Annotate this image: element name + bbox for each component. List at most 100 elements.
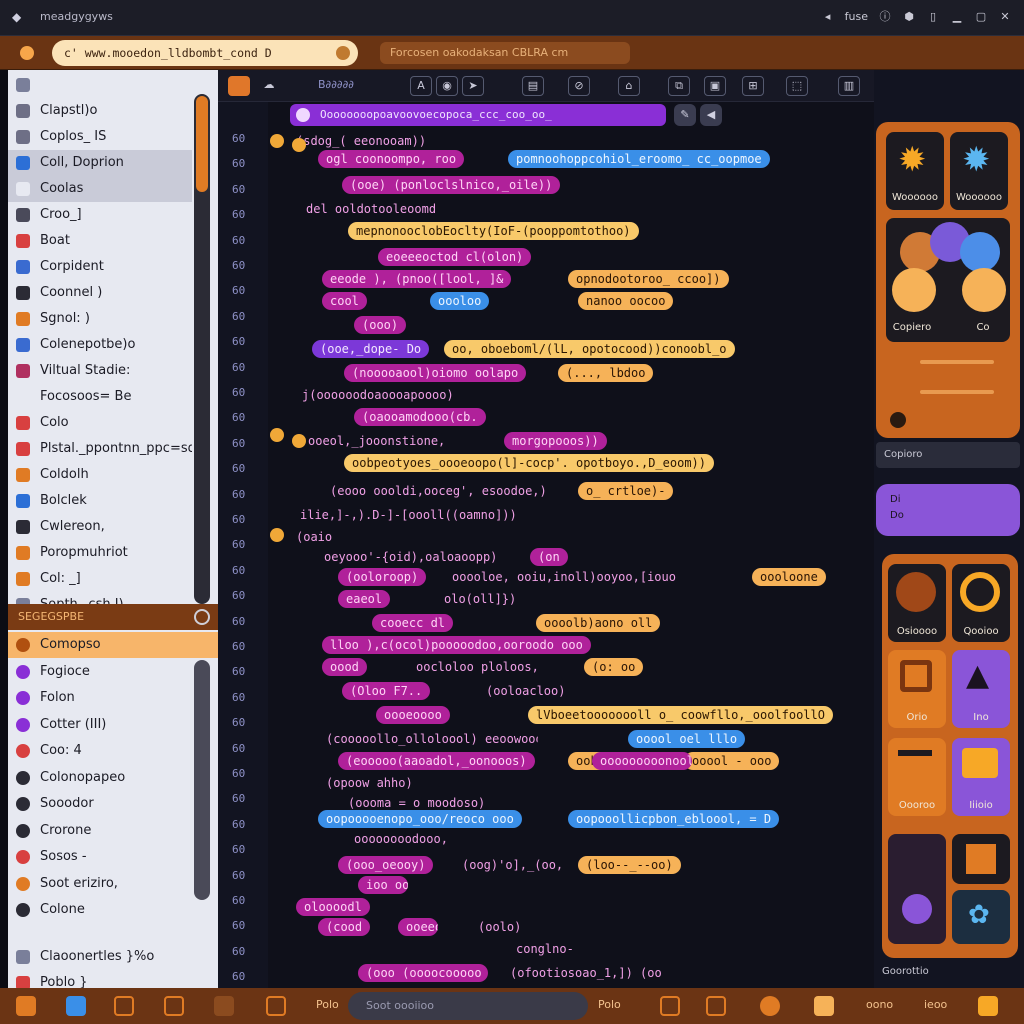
image-tool-button[interactable]: ▣ (704, 76, 726, 96)
close-icon[interactable]: ✕ (998, 10, 1012, 23)
code-token[interactable]: cool (322, 292, 367, 310)
sidebar-item[interactable]: Folon (8, 685, 192, 711)
tile-4[interactable]: ▲ Ino (952, 650, 1010, 728)
stack-icon[interactable] (660, 996, 680, 1016)
layers-tool-button[interactable]: ⧉ (668, 76, 690, 96)
slider-track[interactable] (920, 360, 994, 364)
url-field[interactable]: c' www.mooedon_lldbombt_cond D (52, 40, 358, 66)
code-token[interactable]: oo, oboeboml/(lL, opotocood))conoobl_o (444, 340, 735, 358)
avatar-tile[interactable]: Copiero Co (886, 218, 1010, 342)
code-token[interactable]: (oolo) (470, 918, 529, 936)
sidebar-item[interactable]: Coll, Doprion (8, 150, 192, 176)
menu-icon[interactable]: ◂ (821, 10, 835, 23)
sidebar-item[interactable]: Coplos_ IS (8, 124, 192, 150)
breakpoint-icon[interactable] (270, 134, 284, 148)
home-icon[interactable] (16, 996, 36, 1016)
code-token[interactable]: (ooe,_dope- Do (312, 340, 430, 358)
tile-3[interactable]: Orio (888, 650, 946, 728)
code-token[interactable]: (sdog_( eeonooam)) (288, 132, 434, 150)
code-token[interactable]: oloooodl (296, 898, 370, 916)
sidebar-item[interactable]: Comopso (8, 632, 218, 658)
code-token[interactable]: o_ crtloe)- (578, 482, 674, 500)
code-token[interactable]: ooeeoo (398, 918, 438, 936)
code-token[interactable]: pomnoohoppcohiol_eroomo_ cc_oopmoe (508, 150, 770, 168)
sidebar-item[interactable]: Boat (8, 228, 192, 254)
code-token[interactable]: (ooe) (ponloclslnico,_oile)) (342, 176, 561, 194)
code-token[interactable]: cooecc dl (372, 614, 454, 632)
code-token[interactable]: (ooloroop) (338, 568, 427, 586)
code-token[interactable]: oopooooenopo_ooo/reoco ooo (318, 810, 522, 828)
code-token[interactable]: (loo--_--oo) (578, 856, 681, 874)
code-token[interactable]: oooolb)aono oll (536, 614, 661, 632)
split-tool-button[interactable]: ▥ (838, 76, 860, 96)
code-token[interactable]: (on (530, 548, 568, 566)
code-token[interactable]: (eooooo(aaoadol,_oonooos) (338, 752, 535, 770)
code-token[interactable]: ogl coonoompo, roo (318, 150, 465, 168)
code-token[interactable]: (ooo) (354, 316, 407, 334)
tab-secondary[interactable]: Forcosen oakodaksan CBLRA cm (380, 42, 630, 64)
code-token[interactable]: oeyooo'-{oid),oaloaoopp) (316, 548, 505, 566)
code-token[interactable]: (nooooaool)oiomo oolapo (344, 364, 527, 382)
code-token[interactable]: (oaio (288, 528, 340, 546)
code-token[interactable]: oood (322, 658, 367, 676)
paw-icon[interactable] (760, 996, 780, 1016)
code-token[interactable]: eeode ), (pnoo([lool, ]& (322, 270, 512, 288)
code-token[interactable]: ooooloe, ooiu,inoll)ooyoo,[iouo (444, 568, 684, 586)
sidebar-item[interactable]: Sooodor (8, 791, 192, 817)
code-token[interactable]: ooool - ooo (684, 752, 780, 770)
sidebar-item[interactable]: Colonopapeo (8, 765, 192, 791)
gear-tile[interactable]: ✹ Woooooo (886, 132, 944, 210)
expand-tool-button[interactable]: ⬚ (786, 76, 808, 96)
maximize-icon[interactable]: ▢ (974, 10, 988, 23)
sidebar-section-header[interactable]: SEGEGSPBE (8, 604, 218, 630)
clock-icon[interactable] (890, 412, 906, 428)
code-token[interactable]: mepnonooclobEoclty(IoF-(pooppomtothoo) (348, 222, 639, 240)
code-token[interactable]: (cood (318, 918, 371, 936)
code-token[interactable]: (ooloacloo) (478, 682, 573, 700)
sidebar-item[interactable]: Coldolh (8, 462, 192, 488)
sidebar-item[interactable]: Coonnel ) (8, 280, 192, 306)
code-token[interactable]: (cooooollo_olloloool) eeoowooo (318, 730, 538, 748)
code-token[interactable]: (ooo_oeooy) (338, 856, 434, 874)
settings-tool-button[interactable]: ◉ (436, 76, 458, 96)
code-token[interactable]: opnodootoroo_ ccoo]) (568, 270, 729, 288)
send-icon[interactable] (114, 996, 134, 1016)
code-token[interactable]: (o: oo (584, 658, 644, 676)
link-tool-button[interactable]: ⊘ (568, 76, 590, 96)
sidebar-item[interactable]: Focosoos= Be (8, 384, 192, 410)
sidebar-item[interactable]: Cwlereon, (8, 514, 192, 540)
doc-icon[interactable] (66, 996, 86, 1016)
sidebar-item[interactable]: Viltual Stadie: (8, 358, 192, 384)
sidebar-item[interactable]: Soot eriziro, (8, 871, 192, 897)
code-token[interactable]: (..., lbdoo (558, 364, 654, 382)
tile-2[interactable]: Qooioo (952, 564, 1010, 642)
sidebar-item[interactable]: Sosos - (8, 844, 192, 870)
code-token[interactable]: oooloone (752, 568, 826, 586)
sidebar-item[interactable]: Cotter (III) (8, 712, 192, 738)
code-token[interactable]: (eooo oooldi,ooceg', esoodoe,) (322, 482, 555, 500)
code-token[interactable]: ooool oel lllo (628, 730, 746, 748)
code-token[interactable]: nanoo oocoo (578, 292, 674, 310)
sidebar-footer-item[interactable]: Claoonertles }%o (8, 944, 192, 970)
code-token[interactable]: lVboeetoooooooll o_ coowfllo,_ooolfoollO (528, 706, 833, 724)
tile-7[interactable] (888, 834, 946, 944)
tile-8[interactable] (952, 834, 1010, 884)
sidebar-item[interactable]: Coolas (8, 176, 192, 202)
edit-icon[interactable]: ✎ (674, 104, 696, 126)
sidebar-item[interactable]: Plstal._ppontnn_ppc=sd) (8, 436, 192, 462)
tile-1[interactable]: Osioooo (888, 564, 946, 642)
code-token[interactable]: j(oooooodoaoooapoooo) (294, 386, 462, 404)
sidebar-item[interactable]: Colone (8, 897, 192, 923)
breakpoint-icon[interactable] (270, 428, 284, 442)
code-token[interactable]: (Oloo F7.. (342, 682, 431, 700)
sidebar-item[interactable]: Coo: 4 (8, 738, 192, 764)
breadcrumb[interactable]: Oooooooopoavoovoecopoca_ccc_coo_oo_ (290, 104, 666, 126)
tile-9[interactable]: ✿ (952, 890, 1010, 944)
sidebar-item[interactable]: Fogioce (8, 659, 192, 685)
info-icon[interactable]: ⓘ (878, 8, 892, 24)
scroll-thumb[interactable] (196, 96, 208, 192)
tag-tool-button[interactable]: ⌂ (618, 76, 640, 96)
code-token[interactable]: (oaooamodooo(cb. (354, 408, 486, 426)
code-token[interactable]: oobpeotyoes_oooeoopo(l]-cocp'. opotboyo.… (344, 454, 715, 472)
code-editor[interactable]: (sdog_( eeonooam)) ogl coonoompo, roo pomn… (268, 70, 874, 988)
